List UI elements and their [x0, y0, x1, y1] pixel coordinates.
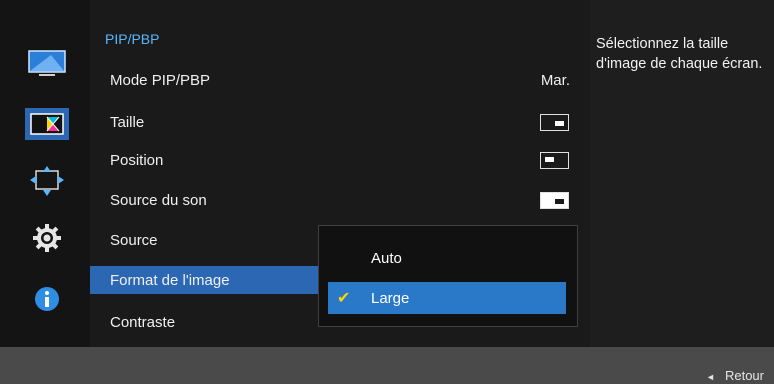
dropdown-option-label: Auto [371, 249, 402, 267]
picture-format-dropdown: Auto ✔ Large [318, 225, 578, 327]
menu-item-size[interactable]: Taille [90, 108, 590, 136]
size-position-icon[interactable] [25, 165, 69, 197]
dropdown-option-auto[interactable]: Auto [328, 242, 566, 274]
menu-item-value: Mar. [540, 71, 570, 89]
dropdown-option-wide[interactable]: ✔ Large [328, 282, 566, 314]
menu-item-label: Source [110, 231, 158, 249]
dropdown-option-label: Large [371, 289, 410, 307]
icon-rail [0, 0, 90, 347]
check-icon: ✔ [337, 290, 351, 307]
menu-item-picture-format[interactable]: Format de l'image [90, 266, 319, 294]
menu-item-pip-pbp-mode[interactable]: Mode PIP/PBP Mar. [90, 66, 590, 94]
menu-item-position[interactable]: Position [90, 146, 590, 174]
menu-item-label: Taille [110, 113, 145, 131]
menu-item-label: Source du son [110, 191, 207, 209]
info-icon[interactable] [25, 283, 69, 315]
menu-title: PIP/PBP [105, 31, 160, 47]
bottom-bar [0, 347, 774, 384]
size-small-window-icon [540, 114, 569, 131]
left-triangle-icon: ◄ [706, 372, 715, 382]
help-text: Sélectionnez la taille d'image de chaque… [596, 36, 763, 72]
color-icon[interactable] [25, 108, 69, 140]
back-hint[interactable]: ◄ Retour [706, 368, 764, 383]
menu-item-label: Contraste [110, 313, 176, 331]
menu-item-label: Mode PIP/PBP [110, 71, 211, 89]
help-panel: Sélectionnez la taille d'image de chaque… [590, 0, 774, 347]
settings-icon[interactable] [25, 222, 69, 254]
menu-item-sound-source[interactable]: Source du son [90, 186, 590, 214]
sound-source-icon [540, 192, 569, 209]
menu-item-label: Format de l'image [110, 271, 230, 289]
picture-icon[interactable] [25, 48, 69, 80]
back-label: Retour [724, 368, 764, 383]
menu-item-label: Position [110, 151, 164, 169]
position-top-left-icon [540, 152, 569, 169]
